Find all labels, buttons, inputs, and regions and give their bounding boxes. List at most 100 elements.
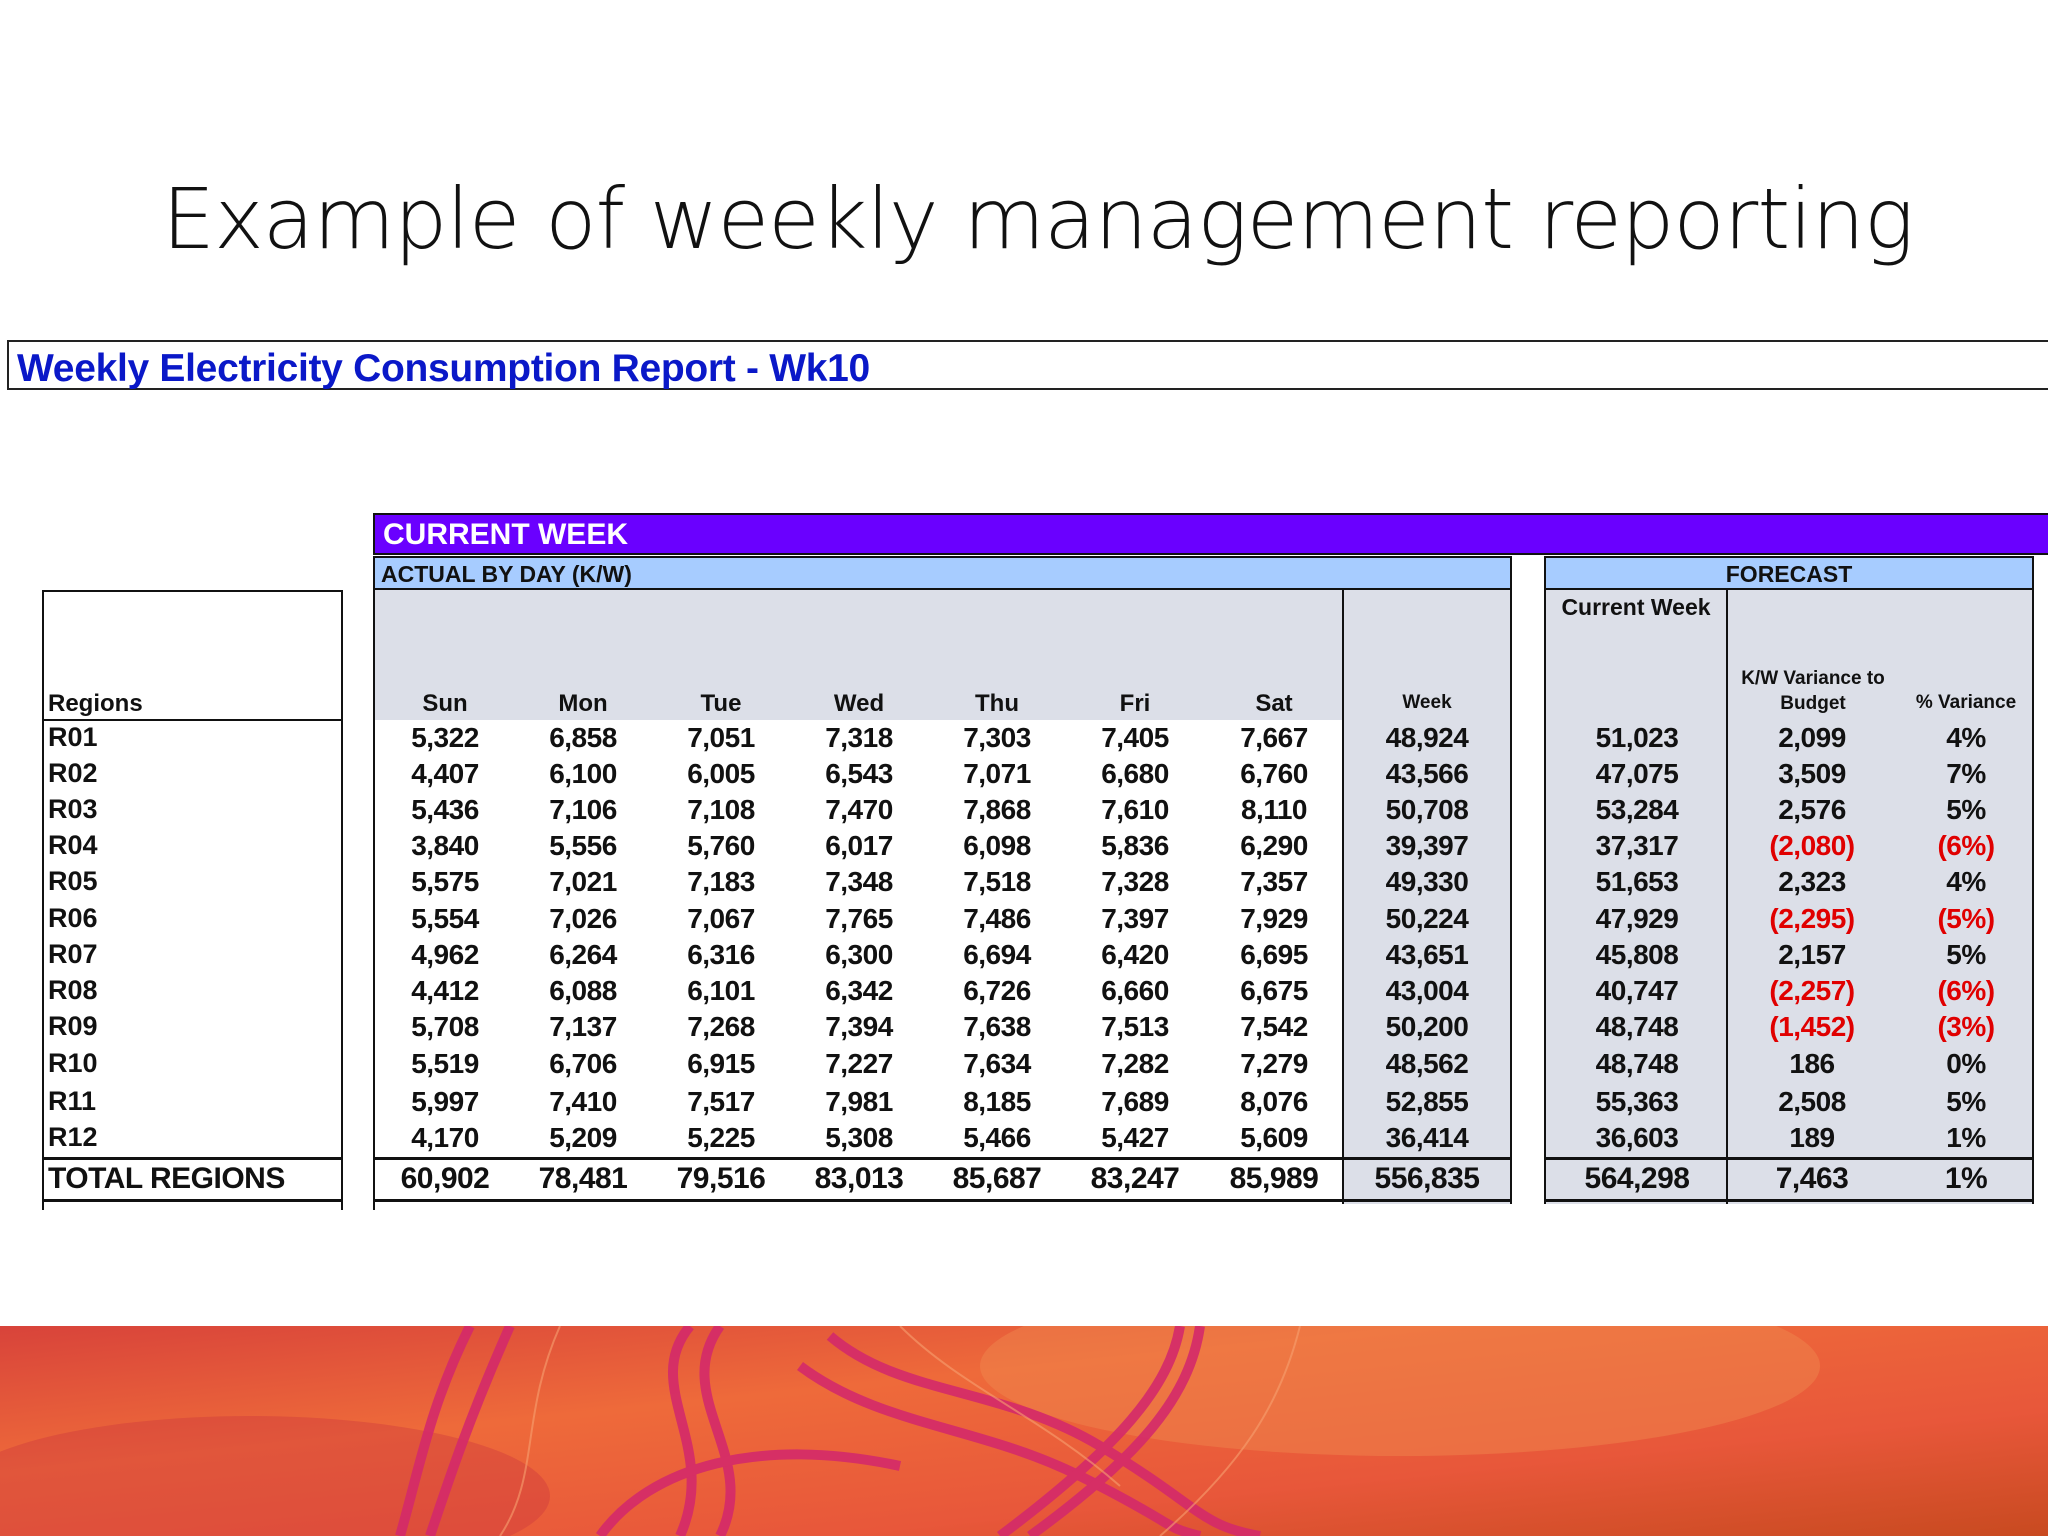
pct-variance-cell: (6%) [1937, 830, 1995, 861]
week-total-cell: 50,200 [1385, 1011, 1469, 1042]
week-total-cell: 50,708 [1385, 794, 1469, 825]
day-value-cell: 6,726 [963, 975, 1031, 1006]
day-value-cell: 6,694 [963, 939, 1031, 970]
day-value-cell: 6,858 [549, 722, 617, 753]
total-day-cell: 85,687 [952, 1162, 1042, 1195]
pct-variance-cell: 1% [1946, 1122, 1986, 1153]
day-value-cell: 6,300 [825, 939, 893, 970]
day-value-cell: 6,005 [687, 758, 755, 789]
day-value-cell: 5,708 [411, 1011, 479, 1042]
forecast-cell: 37,317 [1595, 830, 1679, 861]
day-value-cell: 7,397 [1101, 903, 1169, 934]
day-value-cell: 7,357 [1240, 866, 1308, 897]
day-value-cell: 7,405 [1101, 722, 1169, 753]
forecast-cell: 47,075 [1595, 758, 1679, 789]
day-value-cell: 5,760 [687, 830, 755, 861]
total-pct-cell: 1% [1944, 1162, 1988, 1195]
kw-variance-cell: (2,295) [1769, 903, 1855, 934]
day-value-cell: 7,227 [825, 1048, 893, 1079]
day-value-cell: 7,542 [1240, 1011, 1308, 1042]
day-value-cell: 7,410 [549, 1086, 617, 1117]
day-value-cell: 7,108 [687, 794, 755, 825]
week-total-cell: 48,924 [1385, 722, 1469, 753]
day-value-cell: 7,106 [549, 794, 617, 825]
day-value-cell: 7,689 [1101, 1086, 1169, 1117]
total-day-cell: 83,247 [1090, 1162, 1180, 1195]
day-value-cell: 4,412 [411, 975, 479, 1006]
pct-variance-cell: (3%) [1937, 1011, 1995, 1042]
day-value-cell: 7,638 [963, 1011, 1031, 1042]
day-value-cell: 7,868 [963, 794, 1031, 825]
day-value-cell: 7,303 [963, 722, 1031, 753]
forecast-cell: 40,747 [1595, 975, 1679, 1006]
day-value-cell: 8,110 [1240, 794, 1308, 825]
day-value-cell: 7,513 [1101, 1011, 1169, 1042]
kw-variance-cell: 2,157 [1778, 939, 1846, 970]
day-value-cell: 7,610 [1101, 794, 1169, 825]
week-total-cell: 48,562 [1385, 1048, 1469, 1079]
day-value-cell: 7,279 [1240, 1048, 1308, 1079]
total-day-cell: 85,989 [1229, 1162, 1319, 1195]
day-value-cell: 5,322 [411, 722, 479, 753]
day-value-cell: 6,660 [1101, 975, 1169, 1006]
forecast-header: FORECAST [1544, 556, 2034, 590]
pct-variance-cell: 5% [1946, 794, 1986, 825]
region-label: R08 [48, 975, 98, 1005]
region-label: R01 [48, 722, 98, 752]
day-header-sat: Sat [1255, 690, 1293, 717]
day-value-cell: 7,348 [825, 866, 893, 897]
region-label: R11 [48, 1086, 97, 1116]
forecast-label: FORECAST [1725, 561, 1853, 587]
week-total-cell: 52,855 [1385, 1086, 1469, 1117]
day-value-cell: 6,695 [1240, 939, 1308, 970]
total-day-cell: 79,516 [676, 1162, 766, 1195]
region-label: R02 [48, 758, 98, 788]
total-day-cell: 60,902 [400, 1162, 490, 1195]
forecast-cell: 51,653 [1595, 866, 1679, 897]
day-header-wed: Wed [833, 690, 885, 717]
day-value-cell: 6,675 [1240, 975, 1308, 1006]
total-day-cell: 78,481 [538, 1162, 628, 1195]
day-header-sun: Sun [422, 690, 468, 717]
week-total-cell: 43,651 [1385, 939, 1469, 970]
day-value-cell: 6,290 [1240, 830, 1308, 861]
region-label: R07 [48, 939, 98, 969]
week-header: Week [1402, 692, 1452, 713]
day-value-cell: 5,427 [1101, 1122, 1169, 1153]
week-total-cell: 43,566 [1385, 758, 1469, 789]
day-value-cell: 7,667 [1240, 722, 1308, 753]
day-value-cell: 5,556 [549, 830, 617, 861]
pct-variance-cell: (6%) [1937, 975, 1995, 1006]
day-value-cell: 7,282 [1101, 1048, 1169, 1079]
day-value-cell: 3,840 [411, 830, 479, 861]
pct-variance-cell: 0% [1946, 1048, 1986, 1079]
week-total-cell: 49,330 [1385, 866, 1469, 897]
kw-variance-cell: (2,257) [1769, 975, 1855, 1006]
week-total-cell: 39,397 [1385, 830, 1469, 861]
day-value-cell: 6,342 [825, 975, 893, 1006]
forecast-cell: 48,748 [1595, 1048, 1679, 1079]
report-title: Weekly Electricity Consumption Report - … [17, 347, 870, 390]
region-label: R04 [48, 830, 98, 860]
pct-variance-cell: (5%) [1937, 903, 1995, 934]
day-value-cell: 7,021 [549, 866, 617, 897]
day-value-cell: 6,680 [1101, 758, 1169, 789]
total-regions-label: TOTAL REGIONS [48, 1162, 285, 1195]
forecast-cell: 48,748 [1595, 1011, 1679, 1042]
day-value-cell: 5,609 [1240, 1122, 1308, 1153]
actual-by-day-label: ACTUAL BY DAY (K/W) [381, 561, 632, 587]
kw-variance-cell: 189 [1789, 1122, 1835, 1153]
day-value-cell: 7,517 [687, 1086, 755, 1117]
region-label: R05 [48, 866, 98, 896]
day-value-cell: 7,318 [825, 722, 893, 753]
day-value-cell: 7,518 [963, 866, 1031, 897]
day-value-cell: 7,929 [1240, 903, 1308, 934]
current-week-header-cell: Current Week [1561, 594, 1711, 620]
day-value-cell: 5,225 [687, 1122, 755, 1153]
day-value-cell: 7,183 [687, 866, 755, 897]
forecast-cell: 55,363 [1595, 1086, 1679, 1117]
day-value-cell: 7,470 [825, 794, 893, 825]
day-value-cell: 7,051 [687, 722, 755, 753]
abstract-swirl-art-icon [0, 1326, 2048, 1536]
day-value-cell: 7,486 [963, 903, 1031, 934]
